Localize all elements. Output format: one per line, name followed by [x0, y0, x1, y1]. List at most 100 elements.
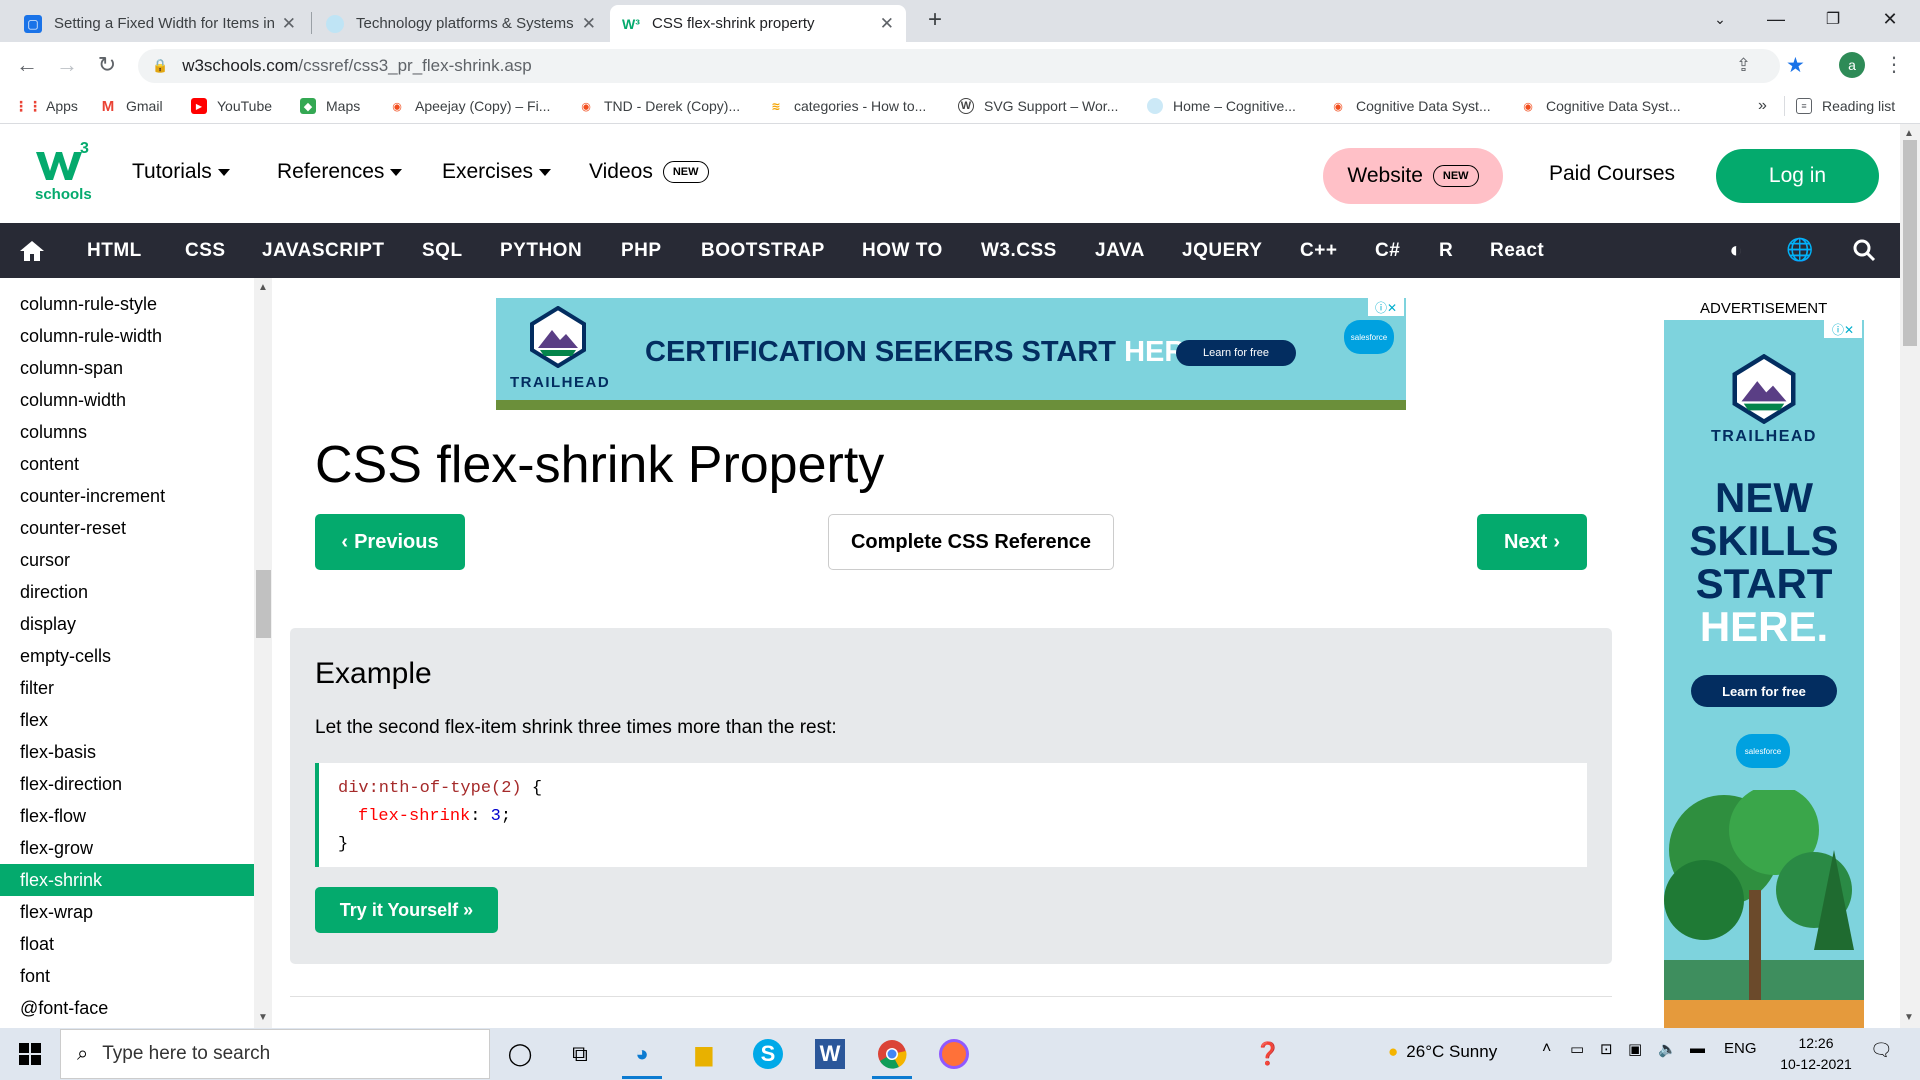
- bookmark-svg-support[interactable]: W SVG Support – Wor...: [958, 94, 1118, 118]
- sidebar-item-column-rule-style[interactable]: column-rule-style: [0, 288, 254, 320]
- scroll-down-arrow-icon[interactable]: ▼: [1904, 1012, 1914, 1023]
- nav-css[interactable]: CSS: [185, 223, 226, 278]
- contrast-icon[interactable]: ◐: [1722, 236, 1750, 264]
- sidebar-item-counter-reset[interactable]: counter-reset: [0, 512, 254, 544]
- try-it-yourself-button[interactable]: Try it Yourself »: [315, 887, 498, 933]
- close-tab-icon[interactable]: ✕: [582, 14, 596, 34]
- bookmark-categories[interactable]: ≋ categories - How to...: [768, 94, 926, 118]
- reload-icon[interactable]: ↻: [92, 50, 122, 80]
- browser-menu-icon[interactable]: ⋮: [1884, 52, 1904, 80]
- sidebar-item-flex-basis[interactable]: flex-basis: [0, 736, 254, 768]
- nav-sql[interactable]: SQL: [422, 223, 463, 278]
- clock[interactable]: 12:26 10-12-2021: [1776, 1033, 1856, 1075]
- maximize-button[interactable]: ❐: [1805, 0, 1861, 38]
- bookmark-apeejay[interactable]: ◉ Apeejay (Copy) – Fi...: [389, 94, 550, 118]
- menu-videos[interactable]: Videos NEW: [589, 160, 709, 184]
- complete-css-reference-button[interactable]: Complete CSS Reference: [828, 514, 1114, 570]
- profile-avatar[interactable]: a: [1839, 52, 1865, 78]
- sidebar-item-flex-direction[interactable]: flex-direction: [0, 768, 254, 800]
- close-tab-icon[interactable]: ✕: [282, 14, 296, 34]
- sidebar-scroll-thumb[interactable]: [256, 570, 271, 638]
- sidebar-item-flex-shrink[interactable]: flex-shrink: [0, 864, 254, 896]
- bookmark-tnd[interactable]: ◉ TND - Derek (Copy)...: [578, 94, 740, 118]
- sidebar-scrollbar[interactable]: [254, 278, 272, 1028]
- bookmark-cognitive-1[interactable]: ◉ Cognitive Data Syst...: [1330, 94, 1490, 118]
- sidebar-item-flex[interactable]: flex: [0, 704, 254, 736]
- menu-tutorials[interactable]: Tutorials: [132, 160, 230, 184]
- ad-choices-icon[interactable]: ⓘ✕: [1824, 320, 1862, 338]
- sidebar-item-content[interactable]: content: [0, 448, 254, 480]
- nav-how-to[interactable]: HOW TO: [862, 223, 943, 278]
- nav-html[interactable]: HTML: [87, 223, 142, 278]
- website-button[interactable]: Website NEW: [1323, 148, 1503, 204]
- sidebar-item-font[interactable]: font: [0, 960, 254, 992]
- menu-exercises[interactable]: Exercises: [442, 160, 552, 184]
- tab-search-icon[interactable]: ⌄: [1692, 0, 1748, 38]
- previous-button[interactable]: ‹ Previous: [315, 514, 465, 570]
- nav-php[interactable]: PHP: [621, 223, 662, 278]
- bookmark-star-icon[interactable]: ★: [1786, 53, 1805, 78]
- cortana-icon[interactable]: ◯: [502, 1036, 538, 1072]
- back-arrow-icon[interactable]: ←: [12, 50, 42, 80]
- address-bar[interactable]: 🔒 w3schools.com/cssref/css3_pr_flex-shri…: [138, 49, 1805, 83]
- globe-icon[interactable]: 🌐: [1786, 236, 1814, 264]
- sidebar-item-filter[interactable]: filter: [0, 672, 254, 704]
- sidebar-item-float[interactable]: float: [0, 928, 254, 960]
- scroll-down-arrow-icon[interactable]: ▼: [258, 1012, 268, 1023]
- reading-list-button[interactable]: ≡ Reading list: [1796, 94, 1895, 118]
- w3schools-logo[interactable]: 3 schools: [34, 140, 96, 206]
- paid-courses-link[interactable]: Paid Courses: [1549, 162, 1675, 186]
- firefox-icon[interactable]: [936, 1036, 972, 1072]
- new-tab-button[interactable]: +: [920, 4, 950, 36]
- word-icon[interactable]: W: [812, 1036, 848, 1072]
- close-tab-icon[interactable]: ✕: [880, 14, 894, 34]
- skype-icon[interactable]: S: [750, 1036, 786, 1072]
- taskbar-search-box[interactable]: ⌕ Type here to search: [60, 1029, 490, 1079]
- scroll-up-arrow-icon[interactable]: ▲: [1904, 128, 1914, 139]
- meet-now-icon[interactable]: ⊡: [1600, 1040, 1613, 1058]
- next-button[interactable]: Next ›: [1477, 514, 1587, 570]
- nav-react[interactable]: React: [1490, 223, 1544, 278]
- search-icon[interactable]: [1850, 236, 1878, 264]
- language-indicator[interactable]: ENG: [1724, 1040, 1757, 1057]
- home-icon[interactable]: [18, 237, 46, 265]
- nav-cpp[interactable]: C++: [1300, 223, 1337, 278]
- edge-icon[interactable]: ◕: [624, 1036, 660, 1072]
- sidebar-item-column-width[interactable]: column-width: [0, 384, 254, 416]
- sidebar-item-columns[interactable]: columns: [0, 416, 254, 448]
- sidebar-item-direction[interactable]: direction: [0, 576, 254, 608]
- ad-banner[interactable]: TRAILHEAD CERTIFICATION SEEKERS START HE…: [496, 298, 1406, 410]
- task-view-icon[interactable]: ⧉: [562, 1036, 598, 1072]
- share-icon[interactable]: ⇪: [1736, 55, 1751, 76]
- nav-bootstrap[interactable]: BOOTSTRAP: [701, 223, 825, 278]
- side-ad[interactable]: ⓘ✕ TRAILHEAD NEW SKILLS START HERE. Lear…: [1664, 320, 1864, 1030]
- file-explorer-icon[interactable]: ▆: [686, 1036, 722, 1072]
- sidebar-item-font-face[interactable]: @font-face: [0, 992, 254, 1024]
- windows-start-icon[interactable]: [12, 1036, 48, 1072]
- sidebar-item-column-span[interactable]: column-span: [0, 352, 254, 384]
- forward-arrow-icon[interactable]: →: [52, 50, 82, 80]
- nav-r[interactable]: R: [1439, 223, 1453, 278]
- sidebar-item-column-rule-width[interactable]: column-rule-width: [0, 320, 254, 352]
- nav-java[interactable]: JAVA: [1095, 223, 1145, 278]
- nav-w3css[interactable]: W3.CSS: [981, 223, 1057, 278]
- sidebar-item-counter-increment[interactable]: counter-increment: [0, 480, 254, 512]
- nav-csharp[interactable]: C#: [1375, 223, 1400, 278]
- battery-icon[interactable]: ▬: [1690, 1040, 1705, 1057]
- minimize-button[interactable]: —: [1748, 0, 1804, 38]
- bookmark-gmail[interactable]: M Gmail: [100, 94, 163, 118]
- nav-python[interactable]: PYTHON: [500, 223, 582, 278]
- menu-references[interactable]: References: [277, 160, 403, 184]
- bookmark-youtube[interactable]: ▶ YouTube: [191, 94, 272, 118]
- chrome-icon[interactable]: [874, 1036, 910, 1072]
- nav-javascript[interactable]: JAVASCRIPT: [262, 223, 385, 278]
- network-icon[interactable]: ▭: [1570, 1040, 1584, 1058]
- display-icon[interactable]: ▣: [1628, 1040, 1642, 1058]
- show-hidden-icons-icon[interactable]: ˄: [1542, 1040, 1551, 1058]
- ad-cta-button[interactable]: Learn for free: [1176, 340, 1296, 366]
- bookmark-apps[interactable]: ⋮⋮ Apps: [14, 94, 78, 118]
- sidebar-item-flex-flow[interactable]: flex-flow: [0, 800, 254, 832]
- bookmark-cognitive-2[interactable]: ◉ Cognitive Data Syst...: [1520, 94, 1680, 118]
- sidebar-item-display[interactable]: display: [0, 608, 254, 640]
- browser-tab-2[interactable]: Technology platforms & Systems ✕: [314, 5, 608, 42]
